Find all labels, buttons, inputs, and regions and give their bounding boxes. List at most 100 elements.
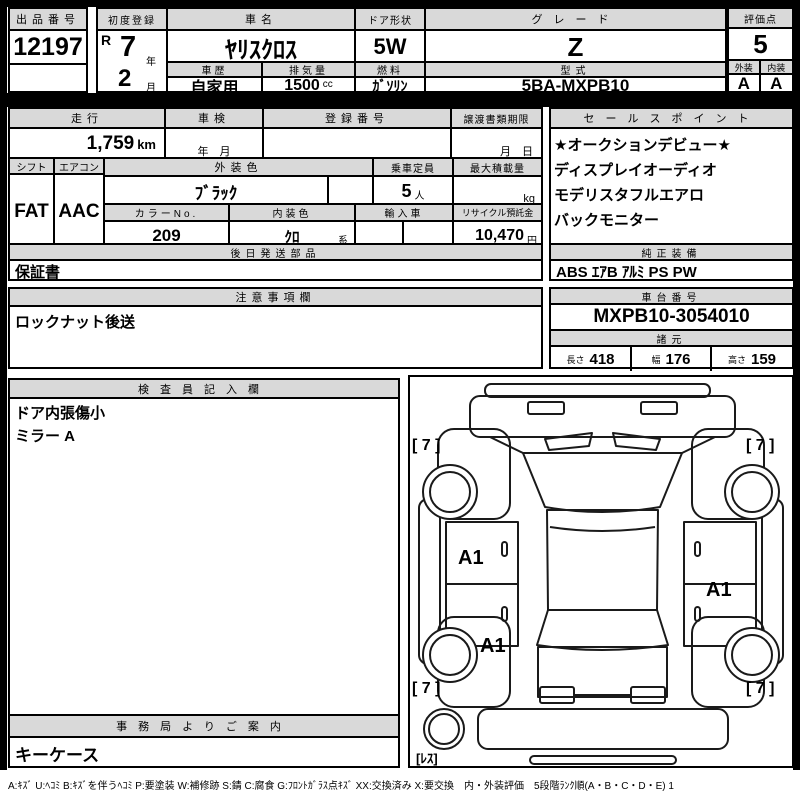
- grade-box: グレード Z: [424, 7, 727, 63]
- a-pillars: [489, 436, 716, 454]
- grade-label: グレード: [426, 9, 725, 31]
- inspector-box: 検査員記入欄 ドア内張傷小 ミラー A: [8, 378, 400, 716]
- reg-no-box: 登録番号: [262, 107, 452, 159]
- damage-mark-left-rear-fender: A1: [480, 635, 506, 657]
- front-right-wheel-inner: [731, 471, 773, 513]
- ac-label: エアコン: [55, 159, 103, 175]
- ac-value: AAC: [58, 200, 100, 222]
- int-color-label: 内装色: [230, 205, 354, 222]
- door-box: ドア形状 5W: [354, 7, 426, 63]
- front-left-wheel-inner: [429, 471, 471, 513]
- legend-text: A:ｷｽﾞ U:ﾍｺﾐ B:ｷｽﾞを伴うﾍｺﾐ P:要塗装 W:補修跡 S:錆 …: [8, 781, 674, 792]
- spec-height-label: 高さ: [727, 354, 746, 365]
- displacement-number: 1500: [284, 78, 320, 93]
- ext-value: A: [729, 75, 761, 93]
- shift-box: シフト FAT: [8, 157, 55, 250]
- right-wiper: [612, 432, 661, 451]
- ext-color-row: ﾌﾞﾗｯｸ: [105, 177, 372, 205]
- right-rear-door-handle: [694, 606, 701, 622]
- windshield: [522, 452, 683, 513]
- car-name-box: 車名 ﾔﾘｽｸﾛｽ: [166, 7, 356, 63]
- capacity-box: 乗車定員 5 人: [372, 157, 454, 205]
- rear-left-wheel-inner: [429, 634, 471, 676]
- office-value: キーケース: [15, 746, 100, 765]
- fuel-value: ｶﾞｿﾘﾝ: [372, 78, 408, 93]
- chassis-label: 車台番号: [551, 289, 792, 305]
- frame-left: [0, 0, 7, 770]
- mileage-unit: km: [137, 136, 156, 152]
- later-parts-box: 後日発送部品 保証書: [8, 243, 543, 281]
- recycle-label: リサイクル預託金: [454, 205, 541, 222]
- later-parts-value: 保証書: [15, 263, 61, 281]
- left-tail-light: [539, 686, 575, 704]
- history-label: 車歴: [168, 63, 261, 78]
- right-front-door-handle: [694, 541, 701, 557]
- sales-points-box: セールスポイント ★オークションデビュー★ ディスプレイオーディオ モデリスタフ…: [549, 107, 794, 250]
- auction-sheet: 出品番号 12197 初度登録 R 7 年 2 月 車名 ﾔﾘｽｸﾛｽ 車歴 自…: [0, 0, 800, 800]
- mileage-box: 走行 1,759 km: [8, 107, 166, 159]
- spec-width-value: 176: [665, 350, 691, 368]
- auction-no-label: 出品番号: [10, 9, 86, 31]
- car-top-view-drawing: [418, 383, 784, 765]
- rear-window: [536, 609, 669, 651]
- auction-no-box: 出品番号 12197: [8, 7, 88, 93]
- notes-value: ロックナット後送: [15, 314, 136, 331]
- tailgate: [537, 646, 668, 698]
- capacity-number: 5: [401, 180, 412, 201]
- ext-color-value: ﾌﾞﾗｯｸ: [105, 177, 329, 205]
- import-label: 輸入車: [356, 205, 452, 222]
- chassis-box: 車台番号 MXPB10-3054010 諸元 長さ 418 幅 176 高さ 1…: [549, 287, 794, 371]
- spare-tire-label: [ﾚｽ]: [416, 751, 438, 766]
- payload-box: 最大積載量 kg: [452, 157, 543, 205]
- sales-points-label: セールスポイント: [551, 109, 792, 129]
- equipment-box: 純正装備 ABS ｴｱB ｱﾙﾐ PS PW: [549, 243, 794, 281]
- car-name-label: 車名: [168, 9, 354, 31]
- ext-int-values: A A: [729, 75, 792, 93]
- mileage-label: 走行: [10, 109, 164, 129]
- damage-mark-left-front-door: A1: [458, 547, 484, 569]
- right-headlight: [640, 401, 678, 415]
- spec-length-value: 418: [589, 350, 615, 368]
- first-reg-value: R 7 年 2 月: [98, 31, 166, 94]
- sales-point-line: ディスプレイオーディオ: [554, 162, 717, 179]
- era-code: R: [101, 32, 112, 48]
- shaken-label: 車検: [166, 109, 262, 129]
- year-suffix: 年: [146, 57, 156, 68]
- first-reg-box: 初度登録 R 7 年 2 月: [96, 7, 168, 94]
- shift-label: シフト: [10, 159, 53, 175]
- spec-height-value: 159: [750, 350, 777, 368]
- first-reg-label: 初度登録: [98, 9, 166, 31]
- frame-top: [0, 0, 800, 7]
- left-wiper: [544, 432, 593, 451]
- capacity-label: 乗車定員: [374, 159, 452, 177]
- sales-point-line: バックモニター: [554, 212, 660, 229]
- tire-depth-rear-right: [ 7 ]: [746, 680, 775, 697]
- color-no-label: カラーNo.: [105, 205, 228, 222]
- office-label: 事務局よりご案内: [10, 716, 398, 738]
- mileage-number: 1,759: [86, 133, 135, 154]
- inspector-line: ドア内張傷小: [15, 405, 106, 422]
- spare-tire-inner: [428, 713, 460, 745]
- score-label: 評価点: [729, 9, 792, 29]
- shift-value: FAT: [14, 200, 49, 222]
- transfer-label: 譲渡書類期限: [452, 109, 541, 129]
- spec-length-label: 長さ: [566, 354, 585, 365]
- score-box: 評価点 5 外装 内装 A A: [727, 7, 794, 93]
- inspector-notes: ドア内張傷小 ミラー A: [10, 399, 398, 451]
- model-label: 型式: [426, 63, 725, 78]
- displacement-box: 排気量 1500 cc: [261, 61, 356, 93]
- office-box: 事務局よりご案内 キーケース: [8, 714, 400, 768]
- mileage-value: 1,759 km: [10, 129, 164, 159]
- chassis-value: MXPB10-3054010: [593, 306, 750, 327]
- inspector-line: ミラー A: [15, 428, 76, 445]
- sales-points-list: ★オークションデビュー★ ディスプレイオーディオ モデリスタフルエアロ バックモ…: [551, 129, 792, 237]
- specs-label: 諸元: [551, 329, 792, 347]
- auction-no-empty-cell: [10, 65, 86, 91]
- model-value: 5BA-MXPB10: [521, 78, 630, 93]
- rear-lower-strip: [529, 755, 677, 765]
- tire-depth-front-right: [ 7 ]: [746, 437, 775, 454]
- transfer-box: 譲渡書類期限 月 日: [450, 107, 543, 159]
- model-box: 型式 5BA-MXPB10: [424, 61, 727, 93]
- left-headlight: [527, 401, 565, 415]
- ext-color-empty-cell: [329, 177, 372, 205]
